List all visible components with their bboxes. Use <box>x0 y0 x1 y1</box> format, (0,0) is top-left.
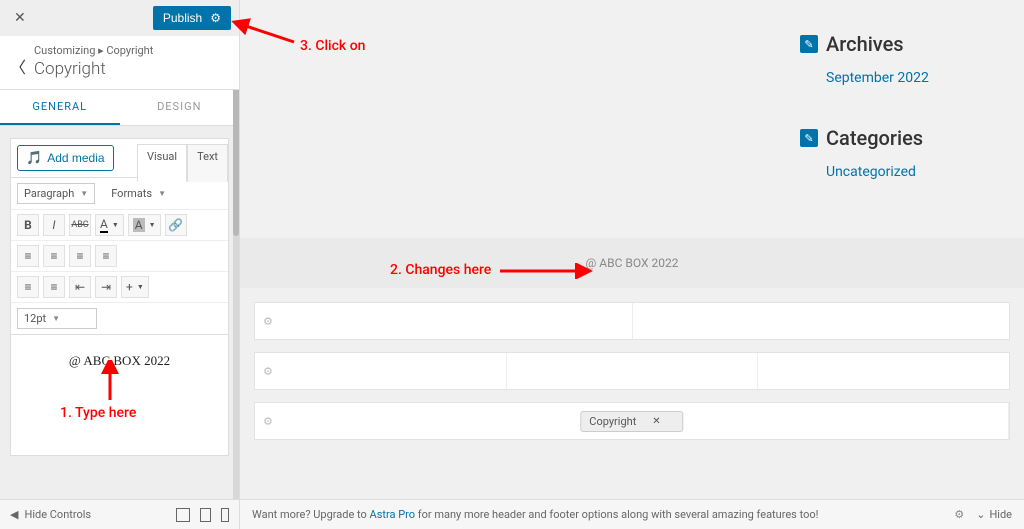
upgrade-message: Want more? Upgrade to Astra Pro for many… <box>252 508 818 521</box>
archives-widget-title: ✎ Archives <box>800 32 1000 56</box>
wysiwyg-editor: 🎵 Add media Visual Text Paragraph▼ Forma… <box>10 138 229 456</box>
italic-button[interactable]: I <box>43 214 65 236</box>
publish-button[interactable]: Publish ⚙ <box>153 6 231 30</box>
align-center-button[interactable]: ≡ <box>43 245 65 267</box>
footer-row-middle[interactable]: ⚙ <box>254 352 1010 390</box>
chevron-down-icon: ▼ <box>158 189 166 198</box>
sidebar-topbar: ✕ Publish ⚙ <box>0 0 239 36</box>
bottom-bar: ◀ Hide Controls Want more? Upgrade to As… <box>0 499 1024 529</box>
copyright-module-chip[interactable]: Copyright ✕ <box>580 411 683 432</box>
close-icon[interactable]: ✕ <box>8 6 32 30</box>
align-left-button[interactable]: ≡ <box>17 245 39 267</box>
customizer-sidebar: ✕ Publish ⚙ 〈 Customizing ▸ Copyright Co… <box>0 0 240 529</box>
font-size-select[interactable]: 12pt▼ <box>17 308 97 329</box>
row-settings-icon[interactable]: ⚙ <box>263 415 273 428</box>
editor-tab-text[interactable]: Text <box>187 144 228 182</box>
formats-select[interactable]: Formats▼ <box>105 183 172 204</box>
categories-widget-title: ✎ Categories <box>800 126 1000 150</box>
footer-builder: ⚙ ⚙ ⚙ Copyright ✕ <box>240 288 1024 450</box>
breadcrumb: Customizing ▸ Copyright <box>34 44 229 57</box>
panel-tabs: GENERAL DESIGN <box>0 90 239 126</box>
toolbar-row-1: B I ABC A▼ A▼ 🔗 <box>11 210 228 241</box>
strikethrough-button[interactable]: ABC <box>69 214 91 236</box>
align-justify-button[interactable]: ≡ <box>95 245 117 267</box>
tab-design[interactable]: DESIGN <box>120 90 240 125</box>
edit-shortcut-icon[interactable]: ✎ <box>800 35 818 53</box>
publish-label: Publish <box>163 11 202 25</box>
outdent-button[interactable]: ⇤ <box>69 276 91 298</box>
panel-title: Copyright <box>34 59 229 79</box>
back-chevron-icon[interactable]: 〈 <box>6 50 30 82</box>
footer-row-bottom[interactable]: ⚙ Copyright ✕ <box>254 402 1010 440</box>
toolbar-row-2: ≡ ≡ ≡ ≡ <box>11 241 228 272</box>
chevron-down-icon: ⌄ <box>976 508 985 521</box>
bold-button[interactable]: B <box>17 214 39 236</box>
link-button[interactable]: 🔗 <box>165 214 187 236</box>
editor-tab-visual[interactable]: Visual <box>137 144 187 182</box>
row-settings-icon[interactable]: ⚙ <box>263 365 273 378</box>
bg-color-button[interactable]: A▼ <box>128 214 161 236</box>
more-tools-button[interactable]: +▼ <box>121 276 149 298</box>
editor-content-area[interactable]: @ ABC BOX 2022 <box>11 335 228 455</box>
collapse-icon: ◀ <box>10 508 18 521</box>
gear-icon[interactable]: ⚙ <box>210 11 221 25</box>
sidebar-widgets: ✎ Archives September 2022 ✎ Categories U… <box>800 32 1000 180</box>
chevron-down-icon: ▼ <box>80 189 88 198</box>
add-media-button[interactable]: 🎵 Add media <box>17 145 114 171</box>
footer-copyright-preview: @ ABC BOX 2022 <box>240 238 1024 288</box>
add-media-label: Add media <box>47 151 104 165</box>
row-settings-icon[interactable]: ⚙ <box>263 315 273 328</box>
categories-link[interactable]: Uncategorized <box>826 164 1000 180</box>
chevron-down-icon: ▼ <box>52 314 60 323</box>
hide-controls-button[interactable]: ◀ Hide Controls <box>10 508 91 521</box>
archives-link[interactable]: September 2022 <box>826 70 1000 86</box>
paragraph-select[interactable]: Paragraph▼ <box>17 183 95 204</box>
tab-general[interactable]: GENERAL <box>0 90 120 125</box>
astra-pro-link[interactable]: Astra Pro <box>370 508 416 521</box>
unordered-list-button[interactable]: ≡ <box>17 276 39 298</box>
tablet-preview-icon[interactable] <box>200 508 211 522</box>
media-icon: 🎵 <box>26 150 42 166</box>
indent-button[interactable]: ⇥ <box>95 276 117 298</box>
toolbar-row-3: ≡ ≡ ⇤ ⇥ +▼ <box>11 272 228 303</box>
footer-row-top[interactable]: ⚙ <box>254 302 1010 340</box>
edit-shortcut-icon[interactable]: ✎ <box>800 129 818 147</box>
hide-builder-button[interactable]: ⌄ Hide <box>976 508 1012 521</box>
mobile-preview-icon[interactable] <box>221 508 229 522</box>
align-right-button[interactable]: ≡ <box>69 245 91 267</box>
sidebar-header: 〈 Customizing ▸ Copyright Copyright <box>0 36 239 90</box>
preview-pane: ✎ Archives September 2022 ✎ Categories U… <box>240 0 1024 529</box>
panel-body: 🎵 Add media Visual Text Paragraph▼ Forma… <box>0 126 239 529</box>
desktop-preview-icon[interactable] <box>176 508 190 522</box>
text-color-button[interactable]: A▼ <box>95 214 124 236</box>
editor-text: @ ABC BOX 2022 <box>21 353 218 369</box>
remove-module-icon[interactable]: ✕ <box>652 416 660 427</box>
builder-settings-icon[interactable]: ⚙ <box>954 508 964 521</box>
ordered-list-button[interactable]: ≡ <box>43 276 65 298</box>
